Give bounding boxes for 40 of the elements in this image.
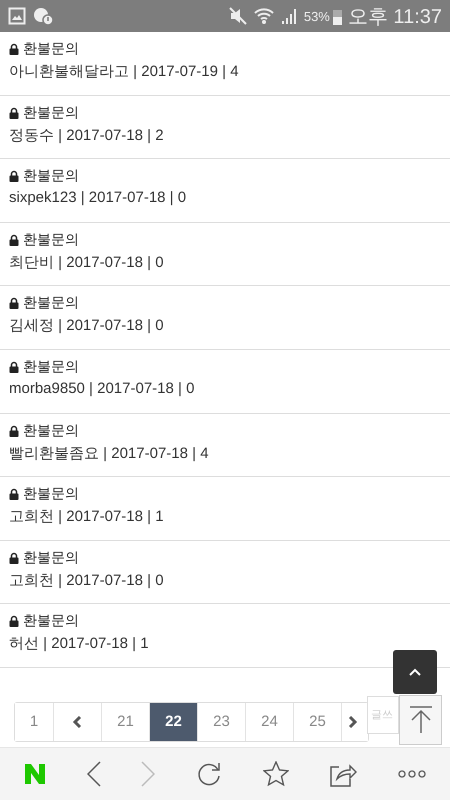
post-title-link[interactable]: 환불문의: [23, 548, 79, 567]
post-meta: 고희천 | 2017-07-18 | 1: [9, 507, 165, 526]
chevron-up-icon: [409, 668, 421, 676]
post-meta: 정동수 | 2017-07-18 | 2: [9, 126, 165, 145]
scroll-up-button[interactable]: [393, 650, 437, 694]
clock: 오후 11:37: [348, 4, 442, 30]
post-title-link[interactable]: 환불문의: [23, 294, 79, 312]
alert-icon: [32, 6, 54, 26]
back-icon[interactable]: [86, 761, 101, 787]
star-icon[interactable]: [262, 761, 289, 787]
post-meta: 빨리환불좀요 | 2017-07-18 | 4: [9, 444, 210, 463]
battery-icon: [332, 7, 342, 25]
post-meta: 김세정 | 2017-07-18 | 0: [9, 316, 165, 336]
arrow-up-icon: [408, 706, 434, 734]
post-meta: sixpek123 | 2017-07-18 | 0: [9, 189, 188, 206]
wifi-icon: [254, 7, 274, 25]
refresh-icon[interactable]: [196, 761, 222, 787]
signal-icon: [280, 7, 298, 25]
post-title-link[interactable]: 환불문의: [23, 358, 79, 376]
scroll-to-top-button[interactable]: [399, 694, 442, 745]
post-title-link[interactable]: 환불문의: [23, 612, 79, 630]
chevron-left-icon: [73, 716, 82, 728]
post-title-link[interactable]: 환불문의: [23, 422, 79, 440]
post-meta: morba9850 | 2017-07-18 | 0: [9, 380, 196, 397]
mute-icon: [228, 7, 248, 25]
post-title-link[interactable]: 환불문의: [23, 104, 79, 122]
post-meta: 허선 | 2017-07-18 | 1: [9, 634, 150, 654]
page-button[interactable]: 1: [15, 702, 54, 741]
battery-percent: 53%: [304, 8, 330, 24]
post-title-link[interactable]: 환불문의: [23, 40, 79, 58]
post-meta: 고희천 | 2017-07-18 | 0: [9, 570, 165, 590]
page-button[interactable]: 22: [150, 702, 198, 741]
more-icon[interactable]: [398, 770, 426, 778]
post-meta: 아니환불해달라고 | 2017-07-19 | 4: [9, 62, 240, 81]
gallery-icon: [8, 7, 26, 25]
post-title-link[interactable]: 환불문의: [23, 485, 79, 504]
post-title-link[interactable]: 환불문의: [23, 230, 79, 249]
chevron-right-icon: [348, 716, 357, 728]
post-title-link[interactable]: 환불문의: [23, 167, 79, 186]
post-meta: 최단비 | 2017-07-18 | 0: [9, 252, 165, 272]
